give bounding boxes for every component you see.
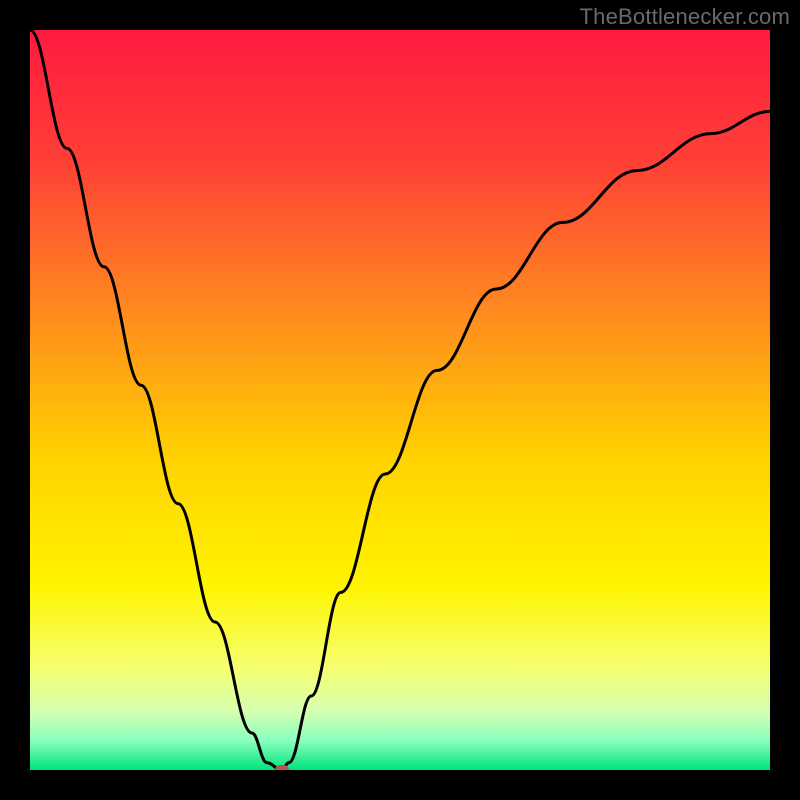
optimal-point-marker bbox=[275, 765, 289, 770]
plot-area bbox=[30, 30, 770, 770]
chart-frame: TheBottlenecker.com bbox=[0, 0, 800, 800]
watermark-text: TheBottlenecker.com bbox=[580, 4, 790, 30]
bottleneck-curve bbox=[30, 30, 770, 770]
